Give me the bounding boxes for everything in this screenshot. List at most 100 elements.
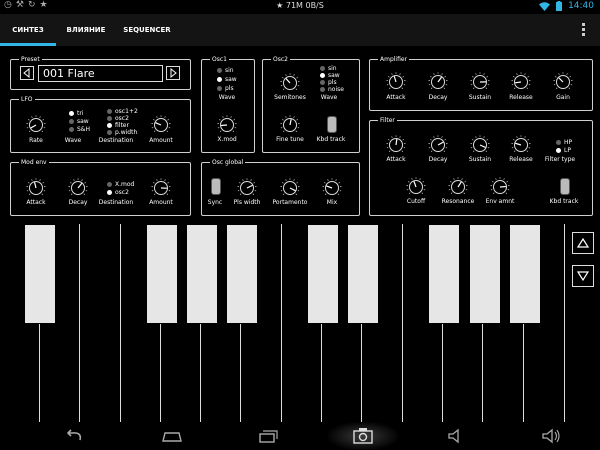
wifi-icon <box>539 1 551 11</box>
filter-sustain-knob[interactable] <box>470 135 490 155</box>
mod-env-amount-knob[interactable] <box>151 178 171 198</box>
filter-resonance-knob[interactable] <box>448 177 468 197</box>
octave-up-button[interactable] <box>572 232 594 254</box>
filter-cutoff-knob[interactable] <box>406 177 426 197</box>
osc-global-pls-width-knob[interactable] <box>237 178 257 198</box>
octave-down-button[interactable] <box>572 265 594 287</box>
preset-next-button[interactable] <box>166 66 180 80</box>
black-key[interactable] <box>24 224 56 324</box>
lfo-wave-sh[interactable]: S&H <box>69 126 90 133</box>
black-key[interactable] <box>428 224 460 324</box>
black-key[interactable] <box>226 224 258 324</box>
battery-icon <box>556 1 562 11</box>
osc1-panel: Osc1 sin saw pls Wave X.mod <box>201 55 255 153</box>
osc2-fine-tune-knob[interactable] <box>280 115 300 135</box>
preset-prev-button[interactable] <box>20 66 34 80</box>
filter-title: Filter <box>378 116 397 125</box>
amp-sustain-knob[interactable] <box>470 72 490 92</box>
screenshot-icon[interactable] <box>352 426 374 446</box>
amp-decay-knob[interactable] <box>428 72 448 92</box>
osc-global-sync-toggle[interactable] <box>211 178 221 195</box>
mod-env-dest-osc2[interactable]: osc2 <box>107 189 129 196</box>
osc1-xmod-knob[interactable] <box>217 115 237 135</box>
preset-title: Preset <box>19 55 42 64</box>
overflow-menu-icon[interactable] <box>582 23 586 38</box>
filter-panel: Filter Attack Decay Sustain Release HP L… <box>369 116 593 216</box>
filter-type-hp[interactable]: HP <box>556 139 572 146</box>
volume-down-icon[interactable] <box>446 426 466 446</box>
mod-env-attack-knob[interactable] <box>26 178 46 198</box>
osc1-title: Osc1 <box>210 55 229 64</box>
filter-kbd-track-toggle[interactable] <box>560 178 570 195</box>
osc1-xmod-label: X.mod <box>217 136 237 143</box>
lfo-amount-label: Amount <box>149 137 173 144</box>
triangle-down-icon <box>576 271 590 282</box>
tab-sequencer[interactable]: SEQUENCER <box>116 14 178 46</box>
filter-kbd-track-label: Kbd track <box>549 198 579 205</box>
tab-synth[interactable]: СИНТЕЗ <box>0 14 56 46</box>
mod-env-decay-knob[interactable] <box>68 178 88 198</box>
triangle-up-icon <box>576 237 590 248</box>
osc-global-portamento-knob[interactable] <box>280 178 300 198</box>
status-clock: 14:40 <box>568 1 594 11</box>
filter-release-knob[interactable] <box>511 135 531 155</box>
white-key[interactable] <box>80 224 121 422</box>
knob-dial-icon <box>406 177 426 195</box>
preset-panel: Preset 001 Flare <box>10 55 191 90</box>
tab-influence[interactable]: ВЛИЯНИЕ <box>56 14 116 46</box>
mod-env-amount-label: Amount <box>149 199 173 206</box>
lfo-wave-tri[interactable]: tri <box>69 110 84 117</box>
black-key[interactable] <box>186 224 218 324</box>
amp-attack-knob[interactable] <box>386 72 406 92</box>
osc1-wave-pls[interactable]: pls <box>217 85 234 92</box>
back-icon[interactable] <box>62 426 86 446</box>
lfo-rate-knob[interactable] <box>26 115 46 135</box>
filter-type-lp[interactable]: LP <box>556 147 571 154</box>
amp-gain-label: Gain <box>556 94 570 101</box>
lfo-dest-filter[interactable]: filter <box>107 122 129 129</box>
black-key[interactable] <box>347 224 379 324</box>
osc1-wave-sin[interactable]: sin <box>217 67 234 74</box>
mod-env-destination-label: Destination <box>98 199 134 206</box>
preset-name-field[interactable]: 001 Flare <box>38 65 163 82</box>
osc1-wave-saw[interactable]: saw <box>217 76 237 83</box>
filter-env-amnt-knob[interactable] <box>490 177 510 197</box>
black-key[interactable] <box>307 224 339 324</box>
amp-gain-knob[interactable] <box>553 72 573 92</box>
lfo-title: LFO <box>19 95 35 104</box>
amp-release-knob[interactable] <box>511 72 531 92</box>
triangle-right-icon <box>170 67 177 79</box>
black-key[interactable] <box>509 224 541 324</box>
home-icon[interactable] <box>160 426 184 446</box>
lfo-dest-osc12[interactable]: osc1+2 <box>107 108 138 115</box>
knob-dial-icon <box>26 115 46 133</box>
navigation-bar <box>0 422 600 450</box>
status-right-icons <box>539 1 562 11</box>
osc2-wave-saw[interactable]: saw <box>320 72 340 79</box>
knob-dial-icon <box>511 135 531 153</box>
volume-up-icon[interactable] <box>540 426 562 446</box>
filter-attack-knob[interactable] <box>386 135 406 155</box>
osc2-wave-sin[interactable]: sin <box>320 65 337 72</box>
filter-decay-knob[interactable] <box>428 135 448 155</box>
knob-dial-icon <box>151 115 171 133</box>
osc2-semitones-knob[interactable] <box>280 73 300 93</box>
black-key[interactable] <box>146 224 178 324</box>
mod-env-dest-xmod[interactable]: X.mod <box>107 181 134 188</box>
recent-apps-icon[interactable] <box>256 426 280 446</box>
knob-dial-icon <box>280 115 300 133</box>
lfo-dest-pwidth[interactable]: p.width <box>107 129 137 136</box>
knob-dial-icon <box>322 178 342 196</box>
osc-global-panel: Osc global Sync Pls width Portamento Mix <box>201 158 360 216</box>
osc2-wave-noise[interactable]: noise <box>320 86 344 93</box>
lfo-amount-knob[interactable] <box>151 115 171 135</box>
osc-global-mix-knob[interactable] <box>322 178 342 198</box>
black-key[interactable] <box>469 224 501 324</box>
osc2-wave-pls[interactable]: pls <box>320 79 337 86</box>
lfo-wave-saw[interactable]: saw <box>69 118 89 125</box>
osc2-kbd-track-toggle[interactable] <box>327 116 337 133</box>
amplifier-title: Amplifier <box>378 55 410 64</box>
knob-dial-icon <box>386 135 406 153</box>
knob-dial-icon <box>280 178 300 196</box>
lfo-dest-osc2[interactable]: osc2 <box>107 115 129 122</box>
